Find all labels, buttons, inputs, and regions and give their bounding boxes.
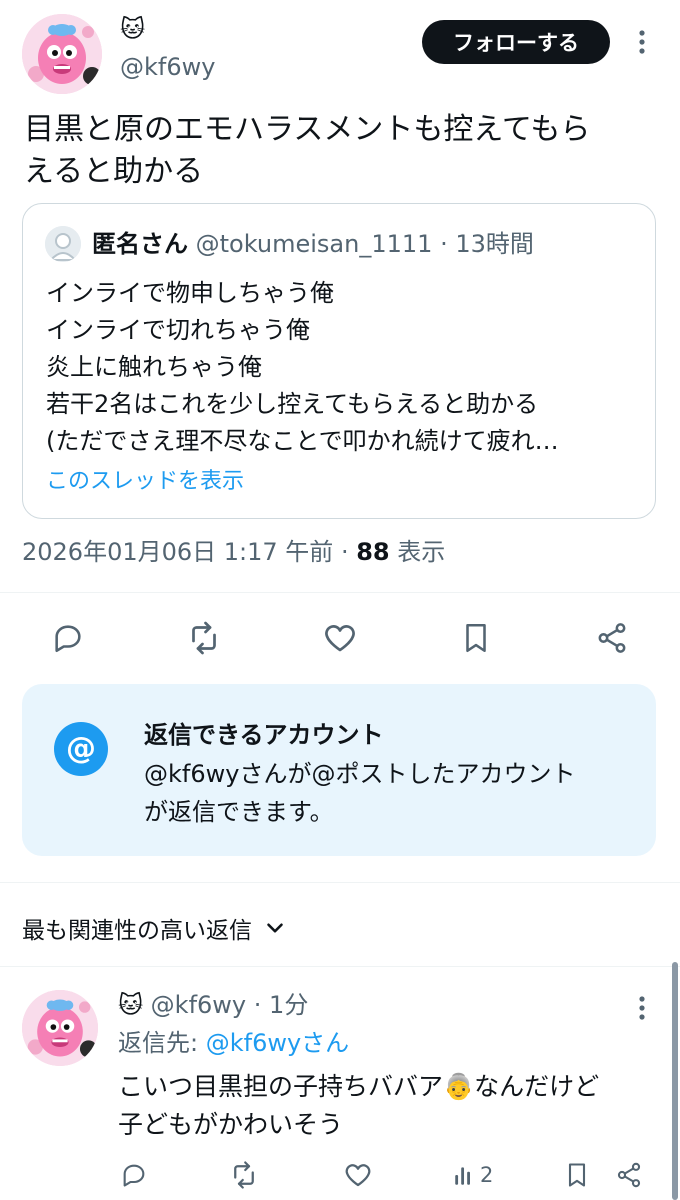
reply-like-action[interactable] — [340, 1158, 376, 1192]
reply-separator: · — [253, 991, 262, 1019]
reply-bookmark-action[interactable] — [560, 1158, 594, 1192]
reply-sort-label: 最も関連性の高い返信 — [22, 918, 252, 944]
reply-sort-dropdown[interactable]: 最も関連性の高い返信 — [22, 908, 288, 948]
quoted-time[interactable]: 13時間 — [455, 230, 534, 258]
reply-notice-title: 返信できるアカウント — [144, 721, 384, 749]
post-text-line-1: 目黒と原のエモハラスメントも控えてもら — [24, 112, 591, 147]
quoted-text-line-5: (ただでさえ理不尽なことで叩かれ続けて疲れ… — [46, 427, 559, 455]
bookmark-action[interactable] — [454, 618, 498, 658]
reply-author-avatar[interactable] — [22, 990, 98, 1066]
reply-to-line: 返信先: @kf6wyさん — [118, 1026, 349, 1060]
views-label: 表示 — [397, 538, 446, 566]
reply-notice-line-2: が返信できます。 — [144, 798, 334, 826]
repost-icon — [234, 1161, 254, 1189]
quoted-text-line-1: インライで物申しちゃう俺 — [46, 279, 334, 307]
analytics-icon — [455, 1167, 470, 1185]
heart-icon — [345, 1164, 371, 1187]
like-action[interactable] — [318, 618, 362, 658]
heart-icon — [325, 625, 355, 652]
post-meta-separator: · — [340, 538, 349, 566]
sort-divider — [0, 966, 680, 967]
quoted-author-name[interactable]: 匿名さん — [92, 230, 188, 258]
reply-text-line-1: こいつ目黒担の子持ちババア👵なんだけど — [118, 1072, 600, 1101]
follow-button[interactable]: フォローする — [422, 20, 610, 64]
reply-text-line-2: 子どもがかわいそう — [118, 1110, 344, 1139]
share-icon — [598, 623, 626, 653]
section-divider — [0, 882, 680, 883]
reply-author-handle[interactable]: @kf6wy — [151, 991, 246, 1019]
reply-notice-line-1: @kf6wyさんが@ポストしたアカウント — [144, 760, 576, 788]
post-meta: 2026年01月06日 1:17 午前 · 88 表示 — [22, 534, 445, 570]
reply-icon — [55, 625, 81, 653]
quoted-meta: 匿名さん @tokumeisan_1111 · 13時間 — [92, 228, 534, 260]
reply-to-handle[interactable]: @kf6wyさん — [206, 1029, 349, 1057]
reply-reply-action[interactable] — [116, 1158, 152, 1192]
bookmark-icon — [568, 1163, 586, 1187]
post-text-line-2: えると助かる — [24, 154, 204, 189]
quoted-text-line-2: インライで切れちゃう俺 — [46, 316, 310, 344]
author-avatar[interactable] — [22, 14, 102, 94]
show-thread-link[interactable]: このスレッドを表示 — [46, 466, 244, 498]
reply-meta: 🐱 @kf6wy · 1分 — [118, 988, 308, 1022]
reply-action[interactable] — [46, 618, 90, 658]
reply-more-options-icon[interactable] — [630, 990, 654, 1026]
follow-button-label: フォローする — [453, 31, 579, 55]
at-mention-icon: @ — [54, 722, 108, 776]
reply-repost-action[interactable] — [226, 1158, 262, 1192]
reply-to-prefix: 返信先: — [118, 1029, 206, 1057]
quoted-text-line-4: 若干2名はこれを少し控えてもらえると助かる — [46, 390, 539, 418]
quoted-author-avatar[interactable] — [45, 226, 81, 262]
views-count: 88 — [356, 538, 390, 566]
more-options-icon[interactable] — [630, 24, 654, 60]
reply-icon — [123, 1164, 145, 1187]
divider — [0, 592, 680, 593]
reply-views-action[interactable]: 2 — [452, 1158, 493, 1192]
scrollbar-thumb[interactable] — [672, 962, 678, 1200]
author-handle[interactable]: @kf6wy — [120, 50, 215, 84]
reply-share-action[interactable] — [612, 1158, 646, 1192]
quoted-text-line-3: 炎上に触れちゃう俺 — [46, 353, 262, 381]
repost-action[interactable] — [182, 618, 226, 658]
post-timestamp[interactable]: 2026年01月06日 1:17 午前 — [22, 538, 333, 566]
share-action[interactable] — [590, 618, 634, 658]
share-icon — [617, 1162, 641, 1188]
reply-author-name[interactable]: 🐱 — [118, 991, 143, 1019]
repost-icon — [192, 621, 216, 655]
author-display-name[interactable]: 🐱 — [120, 14, 145, 44]
reply-views-count: 2 — [480, 1163, 494, 1187]
quoted-author-handle[interactable]: @tokumeisan_1111 — [196, 230, 433, 258]
bookmark-icon — [466, 623, 486, 653]
reply-time[interactable]: 1分 — [269, 991, 308, 1019]
chevron-down-icon — [267, 923, 283, 933]
quoted-separator: · — [440, 230, 448, 258]
